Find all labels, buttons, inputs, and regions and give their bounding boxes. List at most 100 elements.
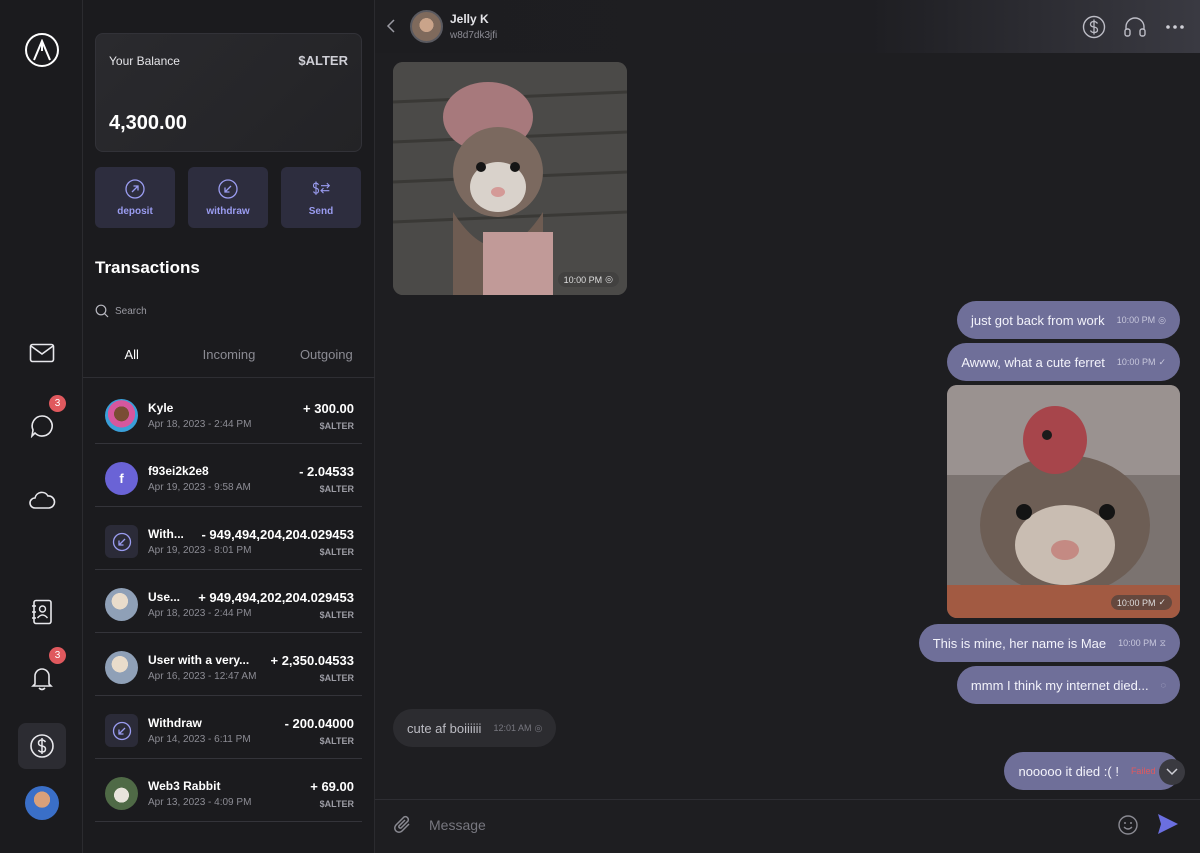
contacts-book-icon — [32, 599, 52, 625]
transaction-unit: $ALTER — [319, 547, 354, 557]
transaction-row[interactable]: Withdraw Apr 14, 2023 - 6:11 PM - 200.04… — [95, 696, 362, 759]
transaction-tabs: All Incoming Outgoing — [83, 340, 375, 378]
transaction-unit: $ALTER — [319, 484, 354, 494]
deposit-label: deposit — [117, 205, 153, 217]
transaction-row[interactable]: With... Apr 19, 2023 - 8:01 PM - 949,494… — [95, 507, 362, 570]
tab-all[interactable]: All — [83, 340, 180, 377]
cloud-nav-button[interactable] — [18, 477, 66, 523]
contacts-nav-button[interactable] — [18, 589, 66, 635]
transaction-name: Use... — [148, 590, 181, 604]
wallet-nav-button[interactable] — [18, 723, 66, 769]
search-placeholder: Search — [115, 305, 147, 317]
hourglass-icon: ⧖ — [1159, 637, 1166, 648]
transaction-date: Apr 13, 2023 - 4:09 PM — [148, 797, 252, 808]
search-icon — [95, 304, 109, 318]
chat-header: Jelly K w8d7dk3jfi — [375, 0, 1200, 53]
message-time: 10:00 PM ✓ — [1110, 595, 1172, 610]
transaction-date: Apr 14, 2023 - 6:11 PM — [148, 734, 251, 745]
transaction-row[interactable]: f f93ei2k2e8 Apr 19, 2023 - 9:58 AM - 2.… — [95, 444, 362, 507]
mail-nav-button[interactable] — [18, 330, 66, 376]
seen-icon: ◎ — [605, 274, 613, 284]
attach-icon[interactable] — [393, 814, 413, 841]
message-input[interactable]: Message — [429, 817, 486, 833]
transaction-row[interactable]: Web3 Rabbit Apr 13, 2023 - 4:09 PM + 69.… — [95, 759, 362, 822]
transaction-date: Apr 19, 2023 - 9:58 AM — [148, 482, 251, 493]
arrow-up-right-circle-icon — [125, 178, 145, 199]
notifications-badge: 3 — [49, 647, 66, 664]
emoji-icon[interactable] — [1117, 814, 1139, 841]
app-logo-icon[interactable] — [25, 33, 59, 67]
transactions-title: Transactions — [95, 258, 200, 277]
deposit-button[interactable]: deposit — [95, 167, 175, 228]
balance-currency: $ALTER — [298, 53, 348, 68]
dollar-circle-icon[interactable] — [1082, 15, 1106, 39]
message-time: 10:00 PM ⧖ — [1118, 637, 1166, 649]
peer-name[interactable]: Jelly K — [450, 12, 489, 26]
ferret-photo — [393, 62, 627, 295]
transaction-row[interactable]: Use... Apr 18, 2023 - 2:44 PM + 949,494,… — [95, 570, 362, 633]
headset-icon[interactable] — [1123, 15, 1147, 39]
balance-card: Your Balance $ALTER 4,300.00 — [95, 33, 362, 152]
notifications-nav-button[interactable]: 3 — [18, 647, 66, 701]
transaction-amount: + 949,494,202,204.029453 — [198, 590, 354, 605]
more-options-icon[interactable] — [1163, 15, 1187, 39]
transaction-amount: + 300.00 — [303, 401, 354, 416]
send-label: Send — [308, 205, 334, 217]
transaction-date: Apr 16, 2023 - 12:47 AM — [148, 671, 257, 682]
chat-badge: 3 — [49, 395, 66, 412]
message-text: This is mine, her name is Mae — [932, 635, 1107, 651]
back-icon[interactable] — [386, 18, 396, 39]
withdraw-icon — [105, 714, 138, 747]
nav-rail: 3 3 — [0, 0, 83, 853]
message-bubble[interactable]: mmm I think my internet died... ◌ — [956, 666, 1180, 704]
withdraw-label: withdraw — [206, 205, 250, 217]
message-bubble[interactable]: nooooo it died :( ! Failed↻ — [1004, 752, 1180, 790]
transaction-list: Kyle Apr 18, 2023 - 2:44 PM + 300.00 $AL… — [95, 381, 362, 822]
chevron-down-icon — [1166, 768, 1178, 776]
peer-id: w8d7dk3jfi — [450, 30, 498, 41]
balance-amount: 4,300.00 — [109, 112, 187, 134]
arrow-down-left-circle-icon — [218, 178, 238, 199]
ferret-photo — [947, 385, 1180, 618]
transaction-amount: + 2,350.04533 — [270, 653, 355, 668]
message-bubble[interactable]: Awww, what a cute ferret 10:00 PM ✓ — [947, 343, 1180, 381]
user-avatar[interactable] — [25, 786, 59, 820]
transaction-avatar — [105, 399, 138, 432]
transaction-row[interactable]: Kyle Apr 18, 2023 - 2:44 PM + 300.00 $AL… — [95, 381, 362, 444]
transaction-date: Apr 18, 2023 - 2:44 PM — [148, 608, 252, 619]
message-bubble[interactable]: This is mine, her name is Mae 10:00 PM ⧖ — [918, 624, 1180, 662]
message-text: cute af boiiiiii — [407, 720, 482, 736]
transaction-avatar — [105, 588, 138, 621]
peer-avatar[interactable] — [410, 10, 443, 43]
image-message[interactable]: 10:00 PM ✓ — [947, 385, 1180, 618]
transaction-row[interactable]: User with a very... Apr 16, 2023 - 12:47… — [95, 633, 362, 696]
send-button[interactable]: Send — [281, 167, 361, 228]
image-message[interactable]: 10:00 PM ◎ — [393, 62, 627, 295]
wallet-panel: Your Balance $ALTER 4,300.00 deposit wit… — [83, 0, 375, 853]
dollar-circle-icon — [30, 734, 54, 758]
withdraw-icon — [105, 525, 138, 558]
tab-incoming[interactable]: Incoming — [180, 340, 277, 377]
mail-icon — [29, 343, 55, 363]
cloud-icon — [29, 491, 56, 509]
send-icon[interactable] — [1156, 812, 1180, 841]
chat-nav-button[interactable]: 3 — [18, 395, 66, 449]
dollar-arrow-icon — [311, 179, 331, 199]
tab-outgoing[interactable]: Outgoing — [278, 340, 375, 377]
transaction-unit: $ALTER — [319, 610, 354, 620]
withdraw-button[interactable]: withdraw — [188, 167, 268, 228]
transaction-amount: + 69.00 — [310, 779, 354, 794]
check-icon: ✓ — [1158, 356, 1166, 367]
transaction-name: f93ei2k2e8 — [148, 464, 209, 478]
message-bubble[interactable]: cute af boiiiiii 12:01 AM ◎ — [393, 709, 557, 747]
message-bubble[interactable]: just got back from work 10:00 PM ◎ — [956, 301, 1180, 339]
transaction-name: Withdraw — [148, 716, 202, 730]
transaction-search[interactable]: Search — [95, 303, 363, 319]
scroll-down-button[interactable] — [1159, 759, 1185, 785]
app-root: 3 3 Your Balance $ALTER 4,300.00 deposit — [0, 0, 1200, 853]
seen-icon: ◎ — [1158, 314, 1166, 325]
transaction-name: Kyle — [148, 401, 174, 415]
transaction-amount: - 2.04533 — [299, 464, 354, 479]
transaction-date: Apr 18, 2023 - 2:44 PM — [148, 419, 252, 430]
message-text: nooooo it died :( ! — [1018, 763, 1119, 779]
